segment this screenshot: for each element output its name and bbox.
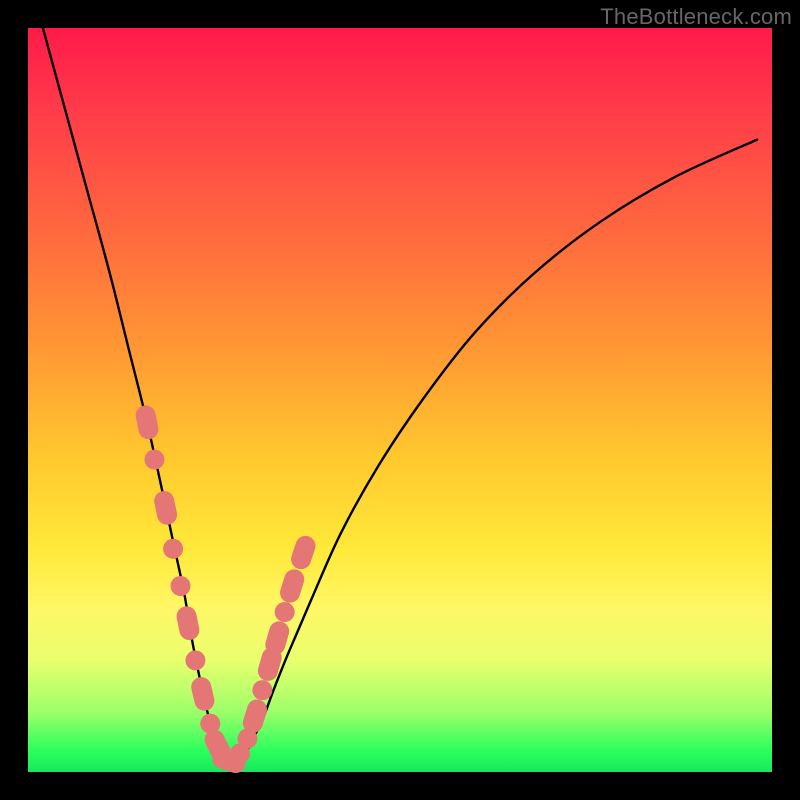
marker-layer	[134, 404, 318, 776]
data-marker	[134, 404, 160, 441]
data-marker	[175, 605, 201, 642]
bottleneck-curve	[43, 28, 757, 766]
data-marker	[252, 680, 272, 700]
data-marker	[275, 602, 295, 622]
curve-layer	[43, 28, 757, 766]
chart-svg	[28, 28, 772, 772]
data-marker	[189, 675, 216, 713]
data-marker	[277, 567, 306, 605]
data-marker	[144, 450, 164, 470]
data-marker	[171, 576, 191, 596]
data-marker	[152, 489, 179, 526]
data-marker	[288, 533, 318, 572]
plot-area	[28, 28, 772, 772]
chart-frame: TheBottleneck.com	[0, 0, 800, 800]
watermark-text: TheBottleneck.com	[600, 4, 792, 30]
data-marker	[163, 539, 183, 559]
data-marker	[185, 650, 205, 670]
